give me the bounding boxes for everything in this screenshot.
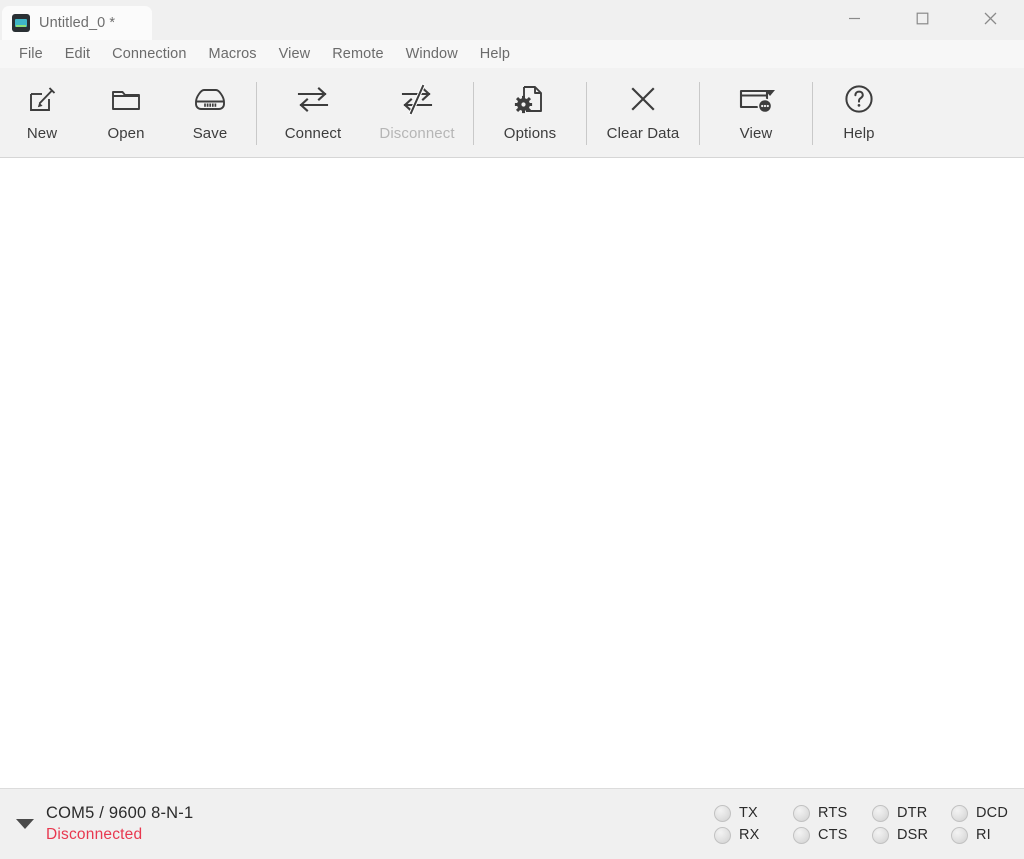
rts-led-icon (792, 804, 810, 822)
led-column-dcd-ri: DCD RI (950, 804, 1008, 844)
save-button[interactable]: Save (168, 72, 252, 157)
dcd-led-icon (950, 804, 968, 822)
new-document-icon (25, 80, 59, 118)
terminal-output-area[interactable] (0, 158, 1024, 788)
clear-x-icon (626, 80, 660, 118)
led-indicator-dcd: DCD (950, 804, 1008, 822)
status-bar: COM5 / 9600 8-N-1 Disconnected TX RX RTS (0, 788, 1024, 859)
dsr-led-icon (871, 826, 889, 844)
toolbar-group-help: Help (817, 72, 901, 157)
menu-item-window[interactable]: Window (395, 43, 469, 65)
disconnect-arrows-icon (397, 80, 437, 118)
led-indicator-dtr: DTR (871, 804, 929, 822)
tx-led-icon (713, 804, 731, 822)
led-indicator-rx: RX (713, 826, 771, 844)
signal-leds: TX RX RTS CTS DTR DSR DCD RI (692, 804, 1008, 844)
status-expander-button[interactable] (8, 819, 42, 829)
maximize-icon[interactable] (888, 0, 956, 36)
connection-status-label: Disconnected (46, 826, 143, 843)
clear-data-button-label: Clear Data (606, 125, 680, 142)
new-button-label: New (26, 125, 58, 142)
terminal-app-icon (12, 14, 30, 32)
toolbar-separator (586, 82, 587, 145)
view-window-icon (735, 80, 777, 118)
led-indicator-dsr: DSR (871, 826, 929, 844)
save-disk-icon (193, 80, 227, 118)
toolbar-separator (256, 82, 257, 145)
led-column-tx-rx: TX RX (713, 804, 771, 844)
toolbar-group-options: Options (478, 72, 582, 157)
document-gear-icon (513, 80, 547, 118)
toolbar-group-connection: Connect Disconnect (261, 72, 469, 157)
application-window: Untitled_0 * File Edit Connection Macros… (0, 0, 1024, 859)
save-button-label: Save (192, 125, 228, 142)
document-tab[interactable]: Untitled_0 * (2, 6, 152, 40)
open-button-label: Open (107, 125, 145, 142)
ri-label: RI (975, 827, 991, 843)
disconnect-button: Disconnect (365, 72, 469, 157)
window-controls (820, 0, 1024, 40)
help-button-label: Help (843, 125, 875, 142)
caret-down-icon (16, 819, 34, 829)
view-button[interactable]: View (704, 72, 808, 157)
dcd-label: DCD (975, 805, 1008, 821)
toolbar-separator (699, 82, 700, 145)
rx-led-icon (713, 826, 731, 844)
menu-item-macros[interactable]: Macros (198, 43, 268, 65)
menu-bar: File Edit Connection Macros View Remote … (0, 40, 1024, 68)
menu-item-file[interactable]: File (8, 43, 54, 65)
led-column-rts-cts: RTS CTS (792, 804, 850, 844)
menu-item-view[interactable]: View (268, 43, 322, 65)
new-button[interactable]: New (0, 72, 84, 157)
connect-button-label: Connect (284, 125, 342, 142)
help-question-icon (842, 80, 876, 118)
chevron-down-icon[interactable] (765, 90, 775, 96)
connect-arrows-icon (293, 80, 333, 118)
dtr-led-icon (871, 804, 889, 822)
dsr-label: DSR (896, 827, 929, 843)
led-indicator-ri: RI (950, 826, 1008, 844)
rts-label: RTS (817, 805, 848, 821)
toolbar-separator (473, 82, 474, 145)
connection-info: COM5 / 9600 8-N-1 Disconnected (46, 804, 193, 844)
toolbar-group-clear: Clear Data (591, 72, 695, 157)
minimize-icon[interactable] (820, 0, 888, 36)
ri-led-icon (950, 826, 968, 844)
help-button[interactable]: Help (817, 72, 901, 157)
close-icon[interactable] (956, 0, 1024, 36)
disconnect-button-label: Disconnect (379, 125, 455, 142)
tab-title: Untitled_0 * (39, 15, 116, 31)
dtr-label: DTR (896, 805, 928, 821)
led-indicator-rts: RTS (792, 804, 850, 822)
title-bar: Untitled_0 * (0, 0, 1024, 40)
menu-item-remote[interactable]: Remote (321, 43, 394, 65)
menu-item-help[interactable]: Help (469, 43, 521, 65)
folder-open-icon (109, 80, 143, 118)
options-button[interactable]: Options (478, 72, 582, 157)
led-column-dtr-dsr: DTR DSR (871, 804, 929, 844)
tx-label: TX (738, 805, 758, 821)
toolbar-group-file: New Open Save (0, 72, 252, 157)
toolbar-separator (812, 82, 813, 145)
clear-data-button[interactable]: Clear Data (591, 72, 695, 157)
options-button-label: Options (503, 125, 557, 142)
cts-label: CTS (817, 827, 848, 843)
view-button-label: View (739, 125, 773, 142)
toolbar: New Open Save Connect Disconnect Options… (0, 68, 1024, 158)
rx-label: RX (738, 827, 760, 843)
port-settings-label[interactable]: COM5 / 9600 8-N-1 (46, 804, 193, 823)
led-indicator-cts: CTS (792, 826, 850, 844)
connect-button[interactable]: Connect (261, 72, 365, 157)
toolbar-group-view: View (704, 72, 808, 157)
open-button[interactable]: Open (84, 72, 168, 157)
menu-item-connection[interactable]: Connection (101, 43, 197, 65)
led-indicator-tx: TX (713, 804, 771, 822)
cts-led-icon (792, 826, 810, 844)
menu-item-edit[interactable]: Edit (54, 43, 101, 65)
